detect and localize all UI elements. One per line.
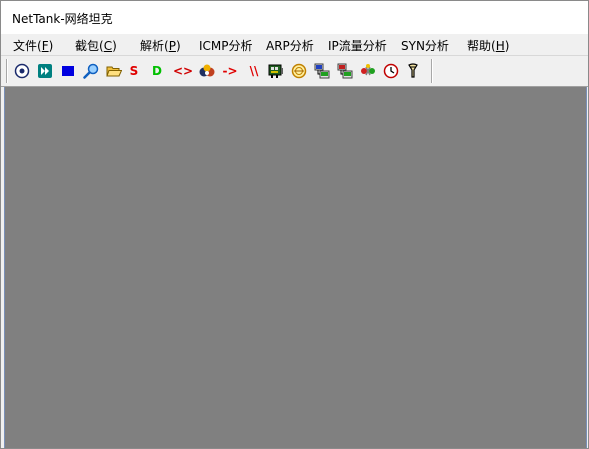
forward-icon: -> xyxy=(222,64,238,78)
host-list-button[interactable] xyxy=(313,62,331,80)
menu-file[interactable]: 文件(F) xyxy=(13,37,53,54)
menu-capture[interactable]: 截包(C) xyxy=(75,37,117,54)
filter-icon xyxy=(408,63,418,78)
packet-analysis-icon xyxy=(199,64,215,77)
stop-capture-icon xyxy=(62,66,74,76)
start-capture-button[interactable] xyxy=(36,62,54,80)
adapter-select-icon xyxy=(14,63,30,79)
menu-arp-analysis[interactable]: ARP分析 xyxy=(266,37,314,54)
filter-button[interactable] xyxy=(404,62,422,80)
timer-button[interactable] xyxy=(382,62,400,80)
packet-analysis-button[interactable] xyxy=(198,62,216,80)
connection-button[interactable] xyxy=(359,62,377,80)
protocol-filter-icon: <> xyxy=(172,64,194,78)
connection-icon xyxy=(361,64,375,76)
traffic-icon xyxy=(337,63,353,79)
traffic-button[interactable] xyxy=(336,62,354,80)
main-client-area[interactable] xyxy=(4,87,587,448)
menu-bar: 文件(F) 截包(C) 解析(P) ICMP分析 ARP分析 IP流量分析 SY… xyxy=(1,34,588,56)
menu-icmp-analysis[interactable]: ICMP分析 xyxy=(199,37,253,54)
open-folder-button[interactable] xyxy=(105,62,123,80)
globe-icon xyxy=(291,63,307,79)
search-button[interactable] xyxy=(82,62,100,80)
toolbar-separator xyxy=(431,59,433,83)
split-icon: \\ xyxy=(249,64,259,78)
window-title: NetTank-网络坦克 xyxy=(12,12,113,26)
title-bar[interactable]: NetTank-网络坦克 xyxy=(1,1,588,34)
host-list-icon xyxy=(314,63,330,79)
menu-help[interactable]: 帮助(H) xyxy=(467,37,509,54)
toolbar-grip xyxy=(6,59,8,83)
open-folder-icon xyxy=(106,66,122,77)
menu-parse[interactable]: 解析(P) xyxy=(140,37,181,54)
protocol-filter-button[interactable]: <> xyxy=(172,62,194,80)
forward-button[interactable]: -> xyxy=(219,62,241,80)
destination-filter-icon: D xyxy=(152,64,162,78)
adapter-select-button[interactable] xyxy=(13,62,31,80)
source-filter-icon: S xyxy=(129,64,139,78)
network-card-icon xyxy=(268,64,283,78)
search-icon xyxy=(83,63,99,79)
globe-button[interactable] xyxy=(290,62,308,80)
stop-capture-button[interactable] xyxy=(59,62,77,80)
start-capture-icon xyxy=(38,64,52,78)
split-button[interactable]: \\ xyxy=(245,62,263,80)
timer-clock-icon xyxy=(383,63,399,79)
source-filter-button[interactable]: S xyxy=(125,62,143,80)
destination-filter-button[interactable]: D xyxy=(148,62,166,80)
menu-syn-analysis[interactable]: SYN分析 xyxy=(401,37,449,54)
app-window: NetTank-网络坦克 文件(F) 截包(C) 解析(P) ICMP分析 AR… xyxy=(0,0,589,449)
menu-ip-traffic-analysis[interactable]: IP流量分析 xyxy=(328,37,387,54)
toolbar: S D <> -> \\ xyxy=(1,56,588,87)
network-card-button[interactable] xyxy=(267,62,285,80)
